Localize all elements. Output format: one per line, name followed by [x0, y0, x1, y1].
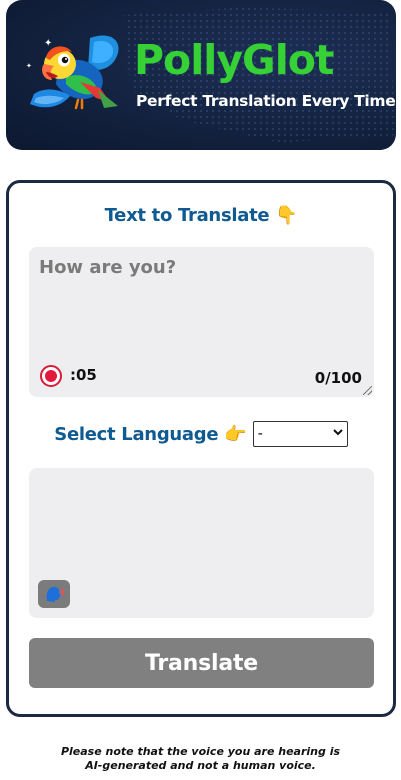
- language-select-wrapper: -: [252, 421, 348, 447]
- select-language-label: Select Language: [54, 423, 219, 445]
- parrot-logo: ✦ ✦ ✦: [26, 35, 119, 110]
- brand-name: PollyGlot: [134, 36, 335, 84]
- pointing-down-icon: 👇: [275, 205, 298, 226]
- disclaimer-line-2: AI-generated and not a human voice.: [85, 759, 316, 772]
- ai-voice-disclaimer: Please note that the voice you are heari…: [0, 745, 401, 773]
- disclaimer-line-1: Please note that the voice you are heari…: [60, 745, 341, 758]
- brand-tagline: Perfect Translation Every Time: [136, 92, 396, 110]
- language-select[interactable]: -: [252, 421, 348, 447]
- source-text-box: :05 0/100: [29, 247, 374, 397]
- svg-text:✦: ✦: [26, 62, 32, 70]
- text-to-translate-heading: Text to Translate 👇: [9, 205, 393, 226]
- resize-handle-icon[interactable]: [363, 386, 372, 395]
- speaking-head-icon[interactable]: [38, 580, 70, 608]
- record-icon[interactable]: [40, 365, 62, 387]
- language-selector-row: Select Language 👉 -: [9, 421, 393, 447]
- char-counter: 0/100: [314, 369, 362, 387]
- record-timer: :05: [70, 366, 97, 384]
- translation-output-box: [29, 468, 374, 618]
- translator-card: Text to Translate 👇 :05 0/100 Select Lan…: [6, 180, 396, 717]
- svg-text:✦: ✦: [44, 38, 52, 49]
- translate-button[interactable]: Translate: [29, 638, 374, 688]
- app-header: ✦ ✦ ✦ PollyGlot Perfect Translation Ever…: [6, 0, 396, 150]
- text-to-translate-label: Text to Translate: [104, 205, 270, 226]
- pointing-right-icon: 👉: [224, 423, 247, 445]
